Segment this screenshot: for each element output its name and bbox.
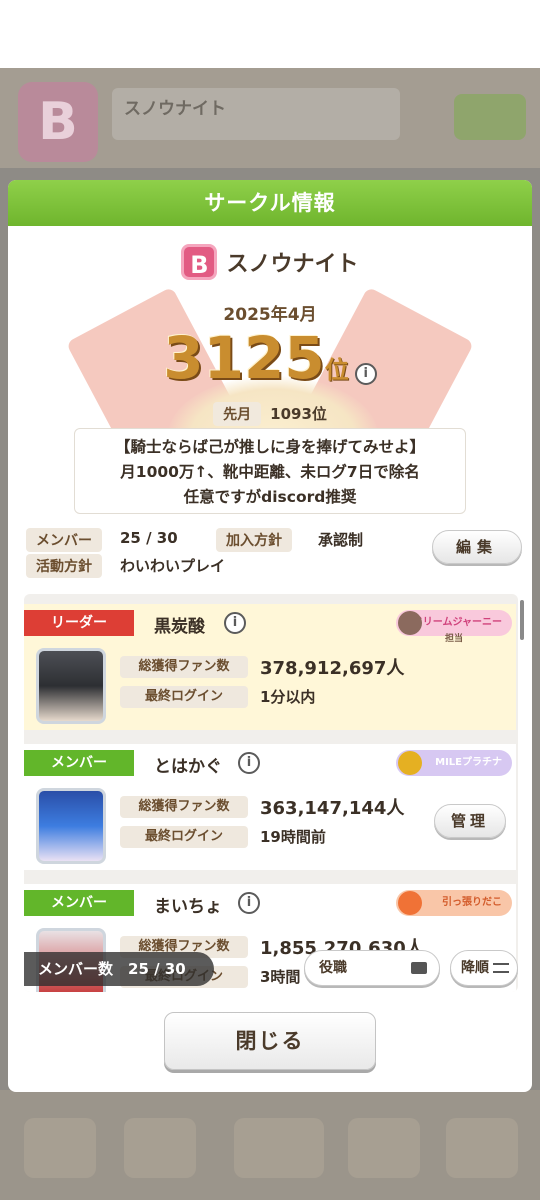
dock-item bbox=[348, 1118, 420, 1178]
role-filter-icon bbox=[411, 962, 427, 974]
activity-policy-value: わいわいプレイ bbox=[120, 557, 226, 575]
description-line: 【騎士ならば己が推しに身を捧げてみせよ】 bbox=[114, 438, 425, 456]
rank-unit: 位 bbox=[324, 356, 349, 384]
title-badge: ドリームジャーニー 担当 bbox=[396, 610, 512, 644]
info-icon[interactable]: i bbox=[354, 362, 377, 385]
info-icon[interactable]: i bbox=[224, 612, 246, 634]
rank-row: 3125位 i bbox=[8, 324, 532, 392]
sort-icon bbox=[493, 963, 509, 973]
last-login-label: 最終ログイン bbox=[120, 686, 248, 708]
sort-label: 降順 bbox=[461, 960, 489, 976]
member-name: まいちょ bbox=[154, 897, 222, 917]
info-icon[interactable]: i bbox=[238, 752, 260, 774]
background-emblem-icon: B bbox=[18, 82, 98, 162]
background-namebox: スノウナイト bbox=[112, 88, 400, 140]
title-badge: 引っ張りだこ bbox=[396, 890, 512, 916]
role-filter-button[interactable]: 役職 bbox=[304, 950, 440, 986]
background-dock bbox=[0, 1090, 540, 1200]
manage-button[interactable]: 管理 bbox=[434, 804, 506, 838]
badge-label: MILEプラチナ bbox=[435, 757, 502, 768]
character-badge-icon bbox=[398, 611, 422, 635]
member-card-header: リーダー 黒炭酸 i ドリームジャーニー 担当 bbox=[24, 610, 516, 644]
list-scrollbar[interactable] bbox=[520, 600, 524, 640]
circle-name-row: B スノウナイト bbox=[8, 244, 532, 280]
status-area bbox=[0, 0, 540, 68]
rank-number: 3125 bbox=[163, 324, 325, 392]
member-card: メンバー とはかぐ i MILEプラチナ 総獲得ファン数 363,147,144… bbox=[24, 744, 516, 870]
description-line: 月1000万↑、靴中距離、未ログ7日で除名 bbox=[120, 463, 420, 481]
edit-button[interactable]: 編集 bbox=[432, 530, 522, 564]
background-circle-name: スノウナイト bbox=[124, 99, 226, 119]
role-tag: リーダー bbox=[24, 610, 134, 636]
description-line: 任意ですがdiscord推奨 bbox=[183, 488, 357, 506]
badge-sublabel: 担当 bbox=[444, 634, 463, 644]
last-login-label: 最終ログイン bbox=[120, 826, 248, 848]
background-header: B スノウナイト bbox=[0, 68, 540, 168]
fans-value: 378,912,697人 bbox=[260, 658, 405, 679]
role-tag: メンバー bbox=[24, 890, 134, 916]
circle-info-modal: サークル情報 B スノウナイト 2025年4月 3125位 i 先月 1093位 … bbox=[8, 180, 532, 1092]
avatar[interactable] bbox=[36, 788, 106, 864]
octopus-icon bbox=[398, 891, 422, 915]
emblem-icon: B bbox=[181, 244, 218, 280]
last-login-value: 19時間前 bbox=[260, 828, 326, 846]
fans-label: 総獲得ファン数 bbox=[120, 656, 248, 678]
dock-item bbox=[24, 1118, 96, 1178]
member-name: 黒炭酸 bbox=[154, 617, 205, 637]
join-policy-label: 加入方針 bbox=[216, 528, 292, 552]
last-login-value: 1分以内 bbox=[260, 688, 316, 706]
medal-icon bbox=[398, 751, 422, 775]
dock-item bbox=[446, 1118, 518, 1178]
member-list[interactable]: リーダー 黒炭酸 i ドリームジャーニー 担当 総獲得ファン数 378,912,… bbox=[24, 594, 518, 992]
members-label: メンバー bbox=[26, 528, 102, 552]
avatar[interactable] bbox=[36, 648, 106, 724]
modal-title: サークル情報 bbox=[8, 180, 532, 226]
background-button bbox=[454, 94, 526, 140]
member-card: リーダー 黒炭酸 i ドリームジャーニー 担当 総獲得ファン数 378,912,… bbox=[24, 604, 516, 730]
member-count: メンバー数 25 / 30 bbox=[24, 952, 214, 986]
last-month-row: 先月 1093位 bbox=[8, 402, 532, 426]
list-footer: メンバー数 25 / 30 役職 降順 bbox=[24, 948, 518, 992]
sort-button[interactable]: 降順 bbox=[450, 950, 518, 986]
last-month-value: 1093位 bbox=[270, 405, 327, 423]
last-month-label: 先月 bbox=[213, 402, 262, 426]
fans-value: 363,147,144人 bbox=[260, 798, 405, 819]
member-name: とはかぐ bbox=[154, 757, 222, 777]
dock-item bbox=[124, 1118, 196, 1178]
badge-label: 引っ張りだこ bbox=[442, 897, 502, 908]
dock-item bbox=[234, 1118, 324, 1178]
circle-name: スノウナイト bbox=[226, 252, 359, 277]
badge-label: ドリームジャーニー bbox=[412, 617, 502, 628]
join-policy-value: 承認制 bbox=[318, 531, 364, 549]
role-tag: メンバー bbox=[24, 750, 134, 776]
member-card-header: メンバー まいちょ i 引っ張りだこ bbox=[24, 890, 516, 920]
role-filter-label: 役職 bbox=[319, 960, 347, 976]
rank-month: 2025年4月 bbox=[223, 305, 317, 325]
title-badge: MILEプラチナ bbox=[396, 750, 512, 776]
circle-description: 【騎士ならば己が推しに身を捧げてみせよ】 月1000万↑、靴中距離、未ログ7日で… bbox=[74, 428, 466, 514]
member-card-header: メンバー とはかぐ i MILEプラチナ bbox=[24, 750, 516, 780]
info-icon[interactable]: i bbox=[238, 892, 260, 914]
members-value: 25 / 30 bbox=[120, 529, 178, 547]
fans-label: 総獲得ファン数 bbox=[120, 796, 248, 818]
activity-policy-label: 活動方針 bbox=[26, 554, 102, 578]
close-button[interactable]: 閉じる bbox=[164, 1012, 376, 1070]
